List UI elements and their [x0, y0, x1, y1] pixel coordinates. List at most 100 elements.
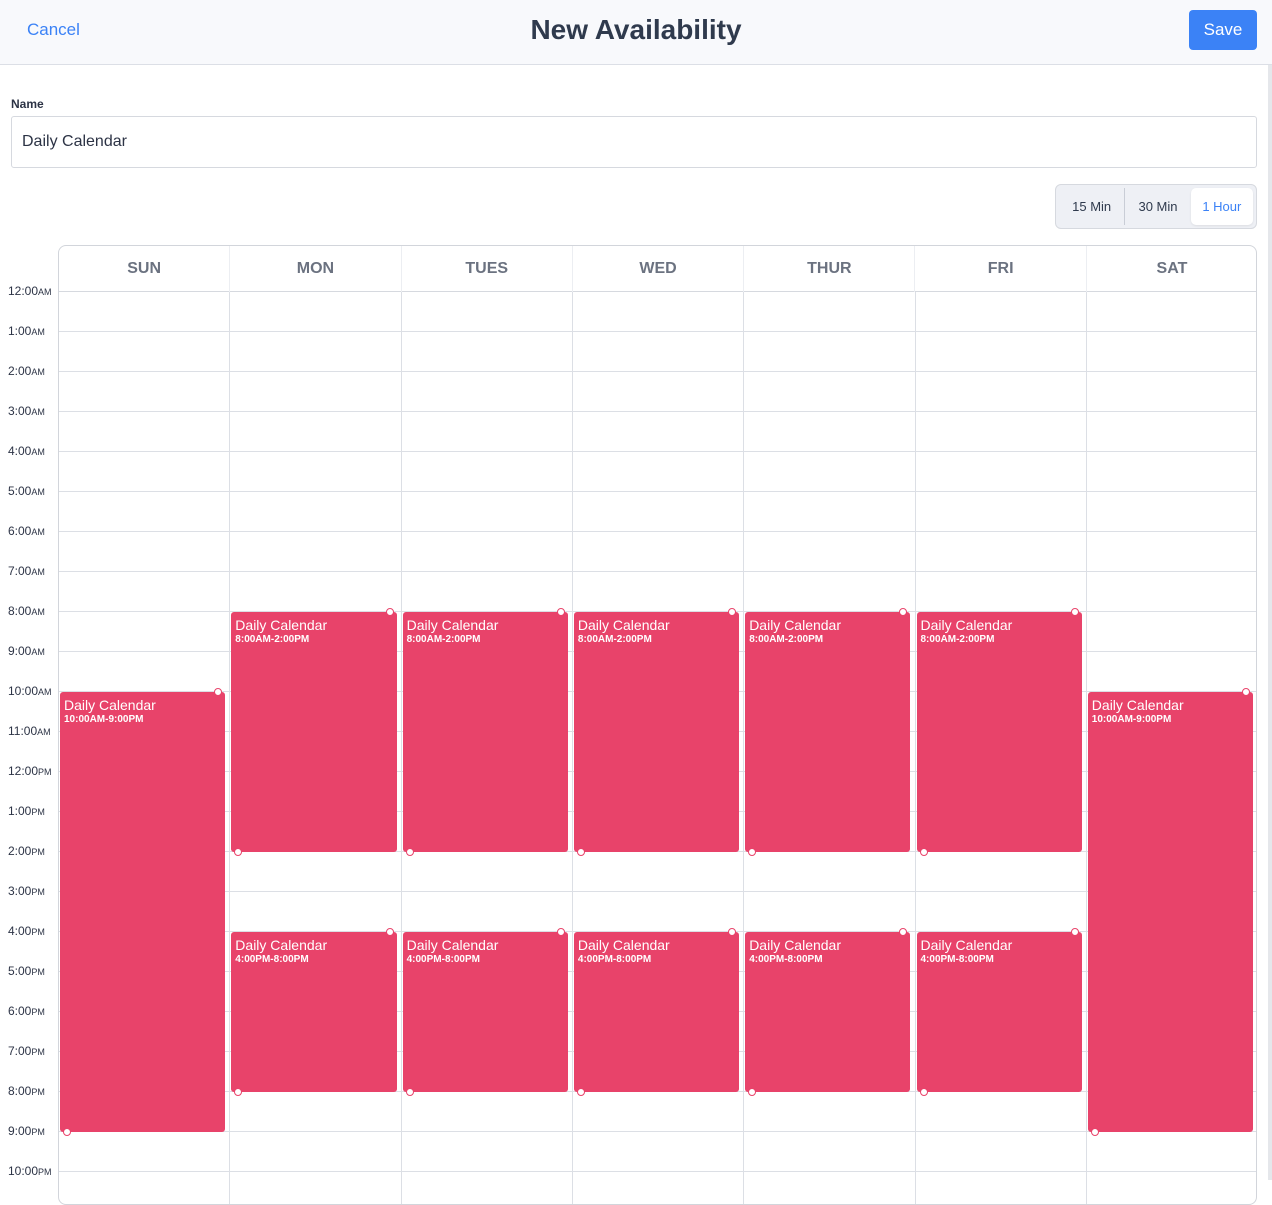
time-label: 1:00AM: [8, 324, 45, 338]
hour-gridline: [59, 411, 1256, 412]
page-title: New Availability: [530, 14, 742, 45]
availability-block[interactable]: Daily Calendar 4:00PM-8:00PM: [231, 928, 397, 1096]
resize-handle-bottom[interactable]: [576, 1088, 585, 1096]
resize-handle-top[interactable]: [214, 688, 223, 696]
availability-block[interactable]: Daily Calendar 8:00AM-2:00PM: [402, 608, 568, 856]
availability-title: Daily Calendar: [920, 937, 1013, 953]
interval-30-min-button[interactable]: 30 Min: [1124, 188, 1190, 225]
time-label: 7:00AM: [8, 564, 45, 578]
time-label: 1:00PM: [8, 804, 45, 818]
availability-time: 8:00AM-2:00PM: [577, 634, 652, 645]
availability-block[interactable]: Daily Calendar 8:00AM-2:00PM: [745, 608, 911, 856]
availability-title: Daily Calendar: [749, 617, 842, 633]
availability-block[interactable]: Daily Calendar 10:00AM-9:00PM: [1087, 688, 1254, 1136]
time-label: 3:00PM: [8, 884, 45, 898]
resize-handle-top[interactable]: [385, 608, 394, 616]
time-label: 4:00AM: [8, 444, 45, 458]
hour-gridline: [59, 331, 1256, 332]
availability-time: 4:00PM-8:00PM: [920, 954, 994, 965]
availability-title: Daily Calendar: [577, 617, 670, 633]
availability-block[interactable]: Daily Calendar 8:00AM-2:00PM: [916, 608, 1082, 856]
availability-block[interactable]: Daily Calendar 4:00PM-8:00PM: [402, 928, 568, 1096]
availability-title: Daily Calendar: [406, 937, 499, 953]
availability-block[interactable]: Daily Calendar 4:00PM-8:00PM: [916, 928, 1082, 1096]
resize-handle-bottom[interactable]: [1090, 1128, 1099, 1136]
calendar-day-header: SUN MON TUES WED THUR FRI SAT: [59, 246, 1256, 292]
availability-time: 8:00AM-2:00PM: [749, 634, 824, 645]
interval-1-hour-button[interactable]: 1 Hour: [1190, 188, 1254, 225]
resize-handle-top[interactable]: [899, 608, 908, 616]
availability-time: 4:00PM-8:00PM: [577, 954, 652, 965]
resize-handle-bottom[interactable]: [576, 848, 585, 856]
availability-title: Daily Calendar: [920, 617, 1013, 633]
hour-gridline: [59, 531, 1256, 532]
day-header-thur: THUR: [744, 246, 916, 292]
availability-block[interactable]: Daily Calendar 8:00AM-2:00PM: [573, 608, 740, 856]
availability-title: Daily Calendar: [235, 617, 328, 633]
availability-block[interactable]: Daily Calendar 8:00AM-2:00PM: [231, 608, 397, 856]
time-label: 2:00AM: [8, 364, 45, 378]
availability-title: Daily Calendar: [1091, 697, 1184, 713]
hour-gridline: [59, 451, 1256, 452]
availability-title: Daily Calendar: [64, 697, 156, 713]
resize-handle-top[interactable]: [556, 608, 565, 616]
availability-title: Daily Calendar: [406, 617, 499, 633]
availability-time: 8:00AM-2:00PM: [235, 634, 310, 645]
time-label: 10:00PM: [8, 1164, 52, 1178]
time-label: 6:00AM: [8, 524, 45, 538]
availability-title: Daily Calendar: [749, 937, 842, 953]
hour-gridline: [59, 491, 1256, 492]
resize-handle-bottom[interactable]: [405, 848, 414, 856]
day-divider: [1085, 292, 1087, 1204]
hour-gridline: [59, 371, 1256, 372]
resize-handle-top[interactable]: [1070, 608, 1079, 616]
resize-handle-bottom[interactable]: [234, 1088, 243, 1096]
resize-handle-top[interactable]: [1070, 928, 1079, 936]
time-label: 5:00AM: [8, 484, 45, 498]
name-label: Name: [11, 97, 44, 111]
cancel-button[interactable]: Cancel: [27, 20, 80, 40]
resize-handle-bottom[interactable]: [919, 848, 928, 856]
top-bar: Cancel New Availability Save: [0, 0, 1272, 65]
resize-handle-bottom[interactable]: [234, 848, 243, 856]
availability-block[interactable]: Daily Calendar 4:00PM-8:00PM: [745, 928, 911, 1096]
hour-gridline: [59, 571, 1256, 572]
resize-handle-top[interactable]: [556, 928, 565, 936]
interval-15-min-button[interactable]: 15 Min: [1059, 188, 1124, 225]
time-label: 11:00AM: [8, 724, 51, 738]
resize-handle-top[interactable]: [1242, 688, 1251, 696]
resize-handle-top[interactable]: [728, 928, 737, 936]
availability-block[interactable]: Daily Calendar 10:00AM-9:00PM: [60, 688, 226, 1136]
availability-time: 10:00AM-9:00PM: [1091, 714, 1172, 725]
resize-handle-bottom[interactable]: [405, 1088, 414, 1096]
hour-gridline: [59, 1131, 1256, 1132]
time-label: 10:00AM: [8, 684, 52, 698]
resize-handle-bottom[interactable]: [63, 1128, 71, 1136]
week-calendar: SUN MON TUES WED THUR FRI SAT Daily Calendar 10…: [58, 245, 1257, 1205]
resize-handle-top[interactable]: [899, 928, 908, 936]
day-header-sun: SUN: [59, 246, 231, 292]
interval-selector: 15 Min 30 Min 1 Hour: [1055, 184, 1257, 229]
time-label: 6:00PM: [8, 1004, 45, 1018]
availability-time: 4:00PM-8:00PM: [406, 954, 480, 965]
resize-handle-top[interactable]: [385, 928, 394, 936]
time-label: 9:00PM: [8, 1124, 45, 1138]
availability-block[interactable]: Daily Calendar 4:00PM-8:00PM: [573, 928, 740, 1096]
hour-gridline: [59, 1171, 1256, 1172]
day-header-mon: MON: [230, 246, 402, 292]
resize-handle-bottom[interactable]: [748, 848, 757, 856]
name-input[interactable]: [11, 116, 1257, 168]
time-label: 12:00AM: [8, 284, 52, 298]
resize-handle-bottom[interactable]: [748, 1088, 757, 1096]
availability-time: 4:00PM-8:00PM: [235, 954, 309, 965]
day-divider: [229, 292, 231, 1204]
time-label: 3:00AM: [8, 404, 45, 418]
resize-handle-top[interactable]: [728, 608, 737, 616]
day-divider: [400, 292, 402, 1204]
save-button[interactable]: Save: [1189, 10, 1257, 50]
time-label: 4:00PM: [8, 924, 45, 938]
page-scrollbar[interactable]: [1268, 65, 1272, 1180]
resize-handle-bottom[interactable]: [919, 1088, 928, 1096]
time-label: 12:00PM: [8, 764, 52, 778]
day-header-fri: FRI: [916, 246, 1087, 292]
